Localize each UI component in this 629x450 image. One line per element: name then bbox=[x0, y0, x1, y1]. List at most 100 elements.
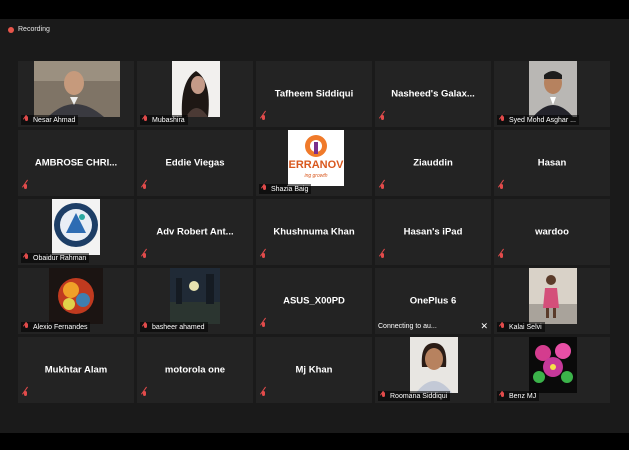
participant-name: Mukhtar Alam bbox=[44, 364, 108, 376]
mic-muted-icon bbox=[260, 322, 267, 330]
participant-video bbox=[34, 61, 120, 117]
participant-name-label: Benz MJ bbox=[497, 391, 540, 401]
participant-name-label: basheer ahamed bbox=[140, 322, 208, 332]
participant-name: Eddie Viegas bbox=[165, 157, 225, 169]
close-icon[interactable]: ✕ bbox=[480, 321, 488, 332]
mic-muted-icon bbox=[261, 185, 268, 193]
participant-photo bbox=[172, 61, 220, 117]
participant-name: ASUS_X00PD bbox=[283, 295, 345, 307]
participant-name: OnePlus 6 bbox=[409, 295, 457, 307]
recording-dot-icon bbox=[8, 26, 14, 33]
mic-muted-icon bbox=[498, 253, 505, 261]
participant-name: Mj Khan bbox=[295, 364, 333, 376]
participant-tile[interactable]: Hasan bbox=[494, 130, 610, 196]
participant-name: motorola one bbox=[164, 364, 226, 376]
participant-name: Hasan bbox=[537, 157, 567, 169]
brand-logo-subtext: ing growth bbox=[304, 173, 328, 179]
participant-photo bbox=[52, 199, 100, 255]
participant-photo bbox=[529, 337, 577, 393]
mic-muted-icon bbox=[141, 184, 148, 192]
participant-name-label: Syed Mohd Asghar ... bbox=[497, 115, 579, 125]
mic-muted-icon bbox=[141, 391, 148, 399]
participant-tile[interactable]: ASUS_X00PD bbox=[256, 268, 372, 334]
mic-muted-icon bbox=[379, 115, 386, 123]
participant-name-label: Shazia Baig bbox=[259, 184, 312, 194]
participant-photo bbox=[529, 61, 577, 117]
mic-muted-icon bbox=[379, 253, 386, 261]
brand-logo-text: ERRANOV bbox=[288, 159, 344, 171]
participant-photo bbox=[529, 268, 577, 324]
participant-photo bbox=[410, 337, 458, 393]
participant-tile[interactable]: Nesar Ahmad bbox=[18, 61, 134, 127]
participant-tile[interactable]: Roomana Siddiqui bbox=[375, 337, 491, 403]
participant-name-label: Roomana Siddiqui bbox=[378, 391, 451, 401]
participant-video bbox=[49, 268, 103, 324]
mic-muted-icon bbox=[499, 323, 506, 331]
connecting-text: Connecting to au... bbox=[378, 323, 437, 330]
participant-tile[interactable]: Adv Robert Ant... bbox=[137, 199, 253, 265]
participant-name: Hasan's iPad bbox=[403, 226, 463, 238]
participant-video: ERRANOV ing growth bbox=[288, 130, 344, 186]
participant-tile[interactable]: AMBROSE CHRI... bbox=[18, 130, 134, 196]
mic-muted-icon bbox=[22, 391, 29, 399]
participant-tile[interactable]: Syed Mohd Asghar ... bbox=[494, 61, 610, 127]
participant-tile[interactable]: Ziauddin bbox=[375, 130, 491, 196]
participant-tile[interactable]: ERRANOV ing growth Shazia Baig bbox=[256, 130, 372, 196]
mic-muted-icon bbox=[260, 391, 267, 399]
mic-muted-icon bbox=[142, 323, 149, 331]
participant-name-label: Obaidur Rahman bbox=[21, 253, 90, 263]
participant-tile[interactable]: Benz MJ bbox=[494, 337, 610, 403]
mic-muted-icon bbox=[22, 184, 29, 192]
mic-muted-icon bbox=[380, 392, 387, 400]
participant-tile[interactable]: Alexio Fernandes bbox=[18, 268, 134, 334]
participant-tile[interactable]: Mj Khan bbox=[256, 337, 372, 403]
participant-photo bbox=[34, 61, 120, 117]
mic-muted-icon bbox=[23, 254, 30, 262]
participant-tile[interactable]: Mubashira bbox=[137, 61, 253, 127]
participant-tile[interactable]: wardoo bbox=[494, 199, 610, 265]
mic-muted-icon bbox=[499, 392, 506, 400]
participant-video bbox=[529, 268, 577, 324]
mic-muted-icon bbox=[379, 184, 386, 192]
participant-tile[interactable]: Mukhtar Alam bbox=[18, 337, 134, 403]
participant-name-label: Alexio Fernandes bbox=[21, 322, 91, 332]
mic-muted-icon bbox=[23, 323, 30, 331]
mic-muted-icon bbox=[260, 253, 267, 261]
participant-name: Adv Robert Ant... bbox=[156, 226, 234, 238]
participant-name: AMBROSE CHRI... bbox=[34, 157, 118, 169]
participant-name-label: Mubashira bbox=[140, 115, 188, 125]
participant-tile[interactable]: Khushnuma Khan bbox=[256, 199, 372, 265]
participant-tile[interactable]: Tafheem Siddiqui bbox=[256, 61, 372, 127]
participant-name: Khushnuma Khan bbox=[273, 226, 355, 238]
mic-muted-icon bbox=[260, 115, 267, 123]
recording-label: Recording bbox=[18, 26, 50, 33]
mic-muted-icon bbox=[141, 253, 148, 261]
participant-name-label: Kalai Selvi bbox=[497, 322, 545, 332]
participant-video bbox=[410, 337, 458, 393]
mic-muted-icon bbox=[499, 116, 506, 124]
participant-tile[interactable]: basheer ahamed bbox=[137, 268, 253, 334]
participant-tile[interactable]: Eddie Viegas bbox=[137, 130, 253, 196]
participant-video bbox=[529, 61, 577, 117]
participant-tile[interactable]: OnePlus 6 Connecting to au... ✕ bbox=[375, 268, 491, 334]
mic-muted-icon bbox=[23, 116, 30, 124]
participant-tile[interactable]: Obaidur Rahman bbox=[18, 199, 134, 265]
participant-tile[interactable]: Hasan's iPad bbox=[375, 199, 491, 265]
participant-name-label: Nesar Ahmad bbox=[21, 115, 79, 125]
participant-video bbox=[170, 268, 220, 324]
recording-indicator[interactable]: Recording bbox=[8, 26, 50, 33]
mic-muted-icon bbox=[498, 184, 505, 192]
participant-tile[interactable]: motorola one bbox=[137, 337, 253, 403]
participant-name: Tafheem Siddiqui bbox=[274, 88, 354, 100]
participant-name: Ziauddin bbox=[413, 157, 453, 169]
participant-tile[interactable]: Nasheed's Galax... bbox=[375, 61, 491, 127]
participant-name: wardoo bbox=[535, 226, 569, 238]
participant-video bbox=[529, 337, 577, 393]
participant-video bbox=[172, 61, 220, 117]
participant-name: Nasheed's Galax... bbox=[391, 88, 475, 100]
participant-photo bbox=[170, 268, 220, 324]
mic-muted-icon bbox=[142, 116, 149, 124]
participant-video bbox=[52, 199, 100, 255]
participant-tile[interactable]: Kalai Selvi bbox=[494, 268, 610, 334]
connecting-status: Connecting to au... ✕ bbox=[378, 321, 488, 332]
